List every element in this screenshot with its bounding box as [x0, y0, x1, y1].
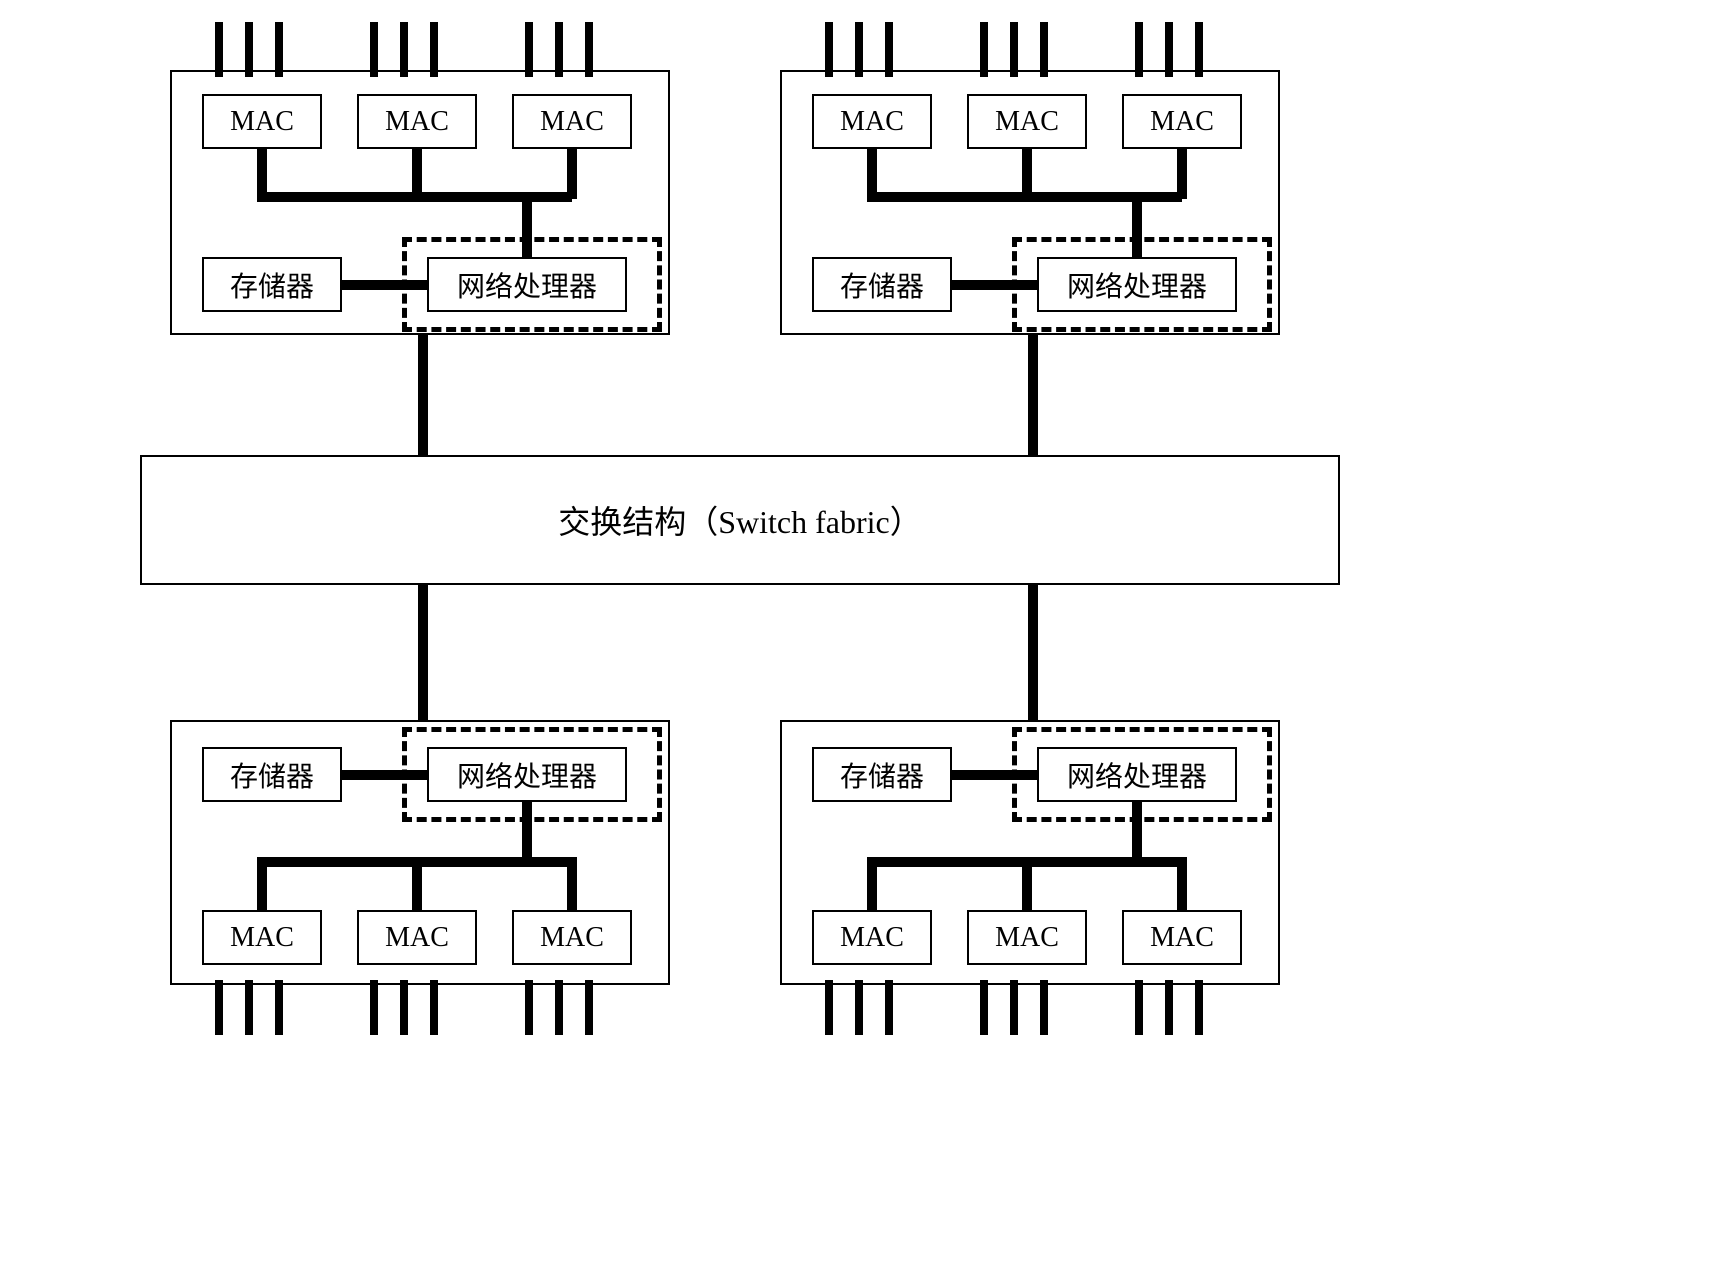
mac-box: MAC	[512, 94, 632, 149]
network-processor-box: 网络处理器	[1037, 257, 1237, 312]
port	[275, 22, 283, 77]
bus	[567, 857, 577, 910]
port	[1010, 980, 1018, 1035]
port	[855, 980, 863, 1035]
mac-box: MAC	[357, 94, 477, 149]
memory-box: 存储器	[812, 747, 952, 802]
mac-box: MAC	[812, 910, 932, 965]
bus	[867, 149, 877, 199]
bus	[257, 857, 267, 910]
port	[1040, 22, 1048, 77]
port	[245, 22, 253, 77]
bus	[412, 149, 422, 199]
mac-box: MAC	[202, 910, 322, 965]
bus	[1022, 149, 1032, 199]
mac-box: MAC	[202, 94, 322, 149]
bus	[1022, 857, 1032, 910]
port	[430, 980, 438, 1035]
mac-box: MAC	[1122, 94, 1242, 149]
memory-box: 存储器	[202, 747, 342, 802]
port	[555, 980, 563, 1035]
port	[980, 22, 988, 77]
bus	[418, 335, 428, 455]
port	[825, 980, 833, 1035]
bus	[1177, 149, 1187, 199]
bus	[867, 857, 877, 910]
mac-box: MAC	[967, 910, 1087, 965]
port	[245, 980, 253, 1035]
port	[585, 22, 593, 77]
memory-box: 存储器	[202, 257, 342, 312]
memory-box: 存储器	[812, 257, 952, 312]
port	[980, 980, 988, 1035]
line-card-top-right: MAC MAC MAC 存储器 网络处理器	[780, 70, 1280, 335]
port	[1040, 980, 1048, 1035]
mac-box: MAC	[357, 910, 477, 965]
port	[215, 980, 223, 1035]
network-processor-box: 网络处理器	[1037, 747, 1237, 802]
port	[1165, 22, 1173, 77]
port	[1165, 980, 1173, 1035]
port	[585, 980, 593, 1035]
port	[825, 22, 833, 77]
port	[1195, 980, 1203, 1035]
port	[525, 980, 533, 1035]
bus	[1028, 585, 1038, 720]
bus	[567, 149, 577, 199]
port	[370, 980, 378, 1035]
port	[275, 980, 283, 1035]
bus	[1177, 857, 1187, 910]
line-card-bottom-right: 存储器 网络处理器 MAC MAC MAC	[780, 720, 1280, 985]
port	[1010, 22, 1018, 77]
mac-box: MAC	[512, 910, 632, 965]
port	[400, 22, 408, 77]
port	[1135, 22, 1143, 77]
network-processor-box: 网络处理器	[427, 747, 627, 802]
port	[885, 980, 893, 1035]
mac-box: MAC	[812, 94, 932, 149]
port	[1135, 980, 1143, 1035]
port	[400, 980, 408, 1035]
bus	[257, 149, 267, 199]
switch-fabric: 交换结构（Switch fabric）	[140, 455, 1340, 585]
line-card-top-left: MAC MAC MAC 存储器 网络处理器	[170, 70, 670, 335]
bus	[412, 857, 422, 910]
port	[370, 22, 378, 77]
port	[430, 22, 438, 77]
port	[1195, 22, 1203, 77]
switch-fabric-label: 交换结构（Switch fabric）	[558, 497, 922, 543]
bus	[418, 585, 428, 720]
port	[555, 22, 563, 77]
mac-box: MAC	[967, 94, 1087, 149]
mac-box: MAC	[1122, 910, 1242, 965]
bus	[1028, 335, 1038, 455]
port	[885, 22, 893, 77]
port	[215, 22, 223, 77]
line-card-bottom-left: 存储器 网络处理器 MAC MAC MAC	[170, 720, 670, 985]
port	[525, 22, 533, 77]
network-processor-box: 网络处理器	[427, 257, 627, 312]
port	[855, 22, 863, 77]
